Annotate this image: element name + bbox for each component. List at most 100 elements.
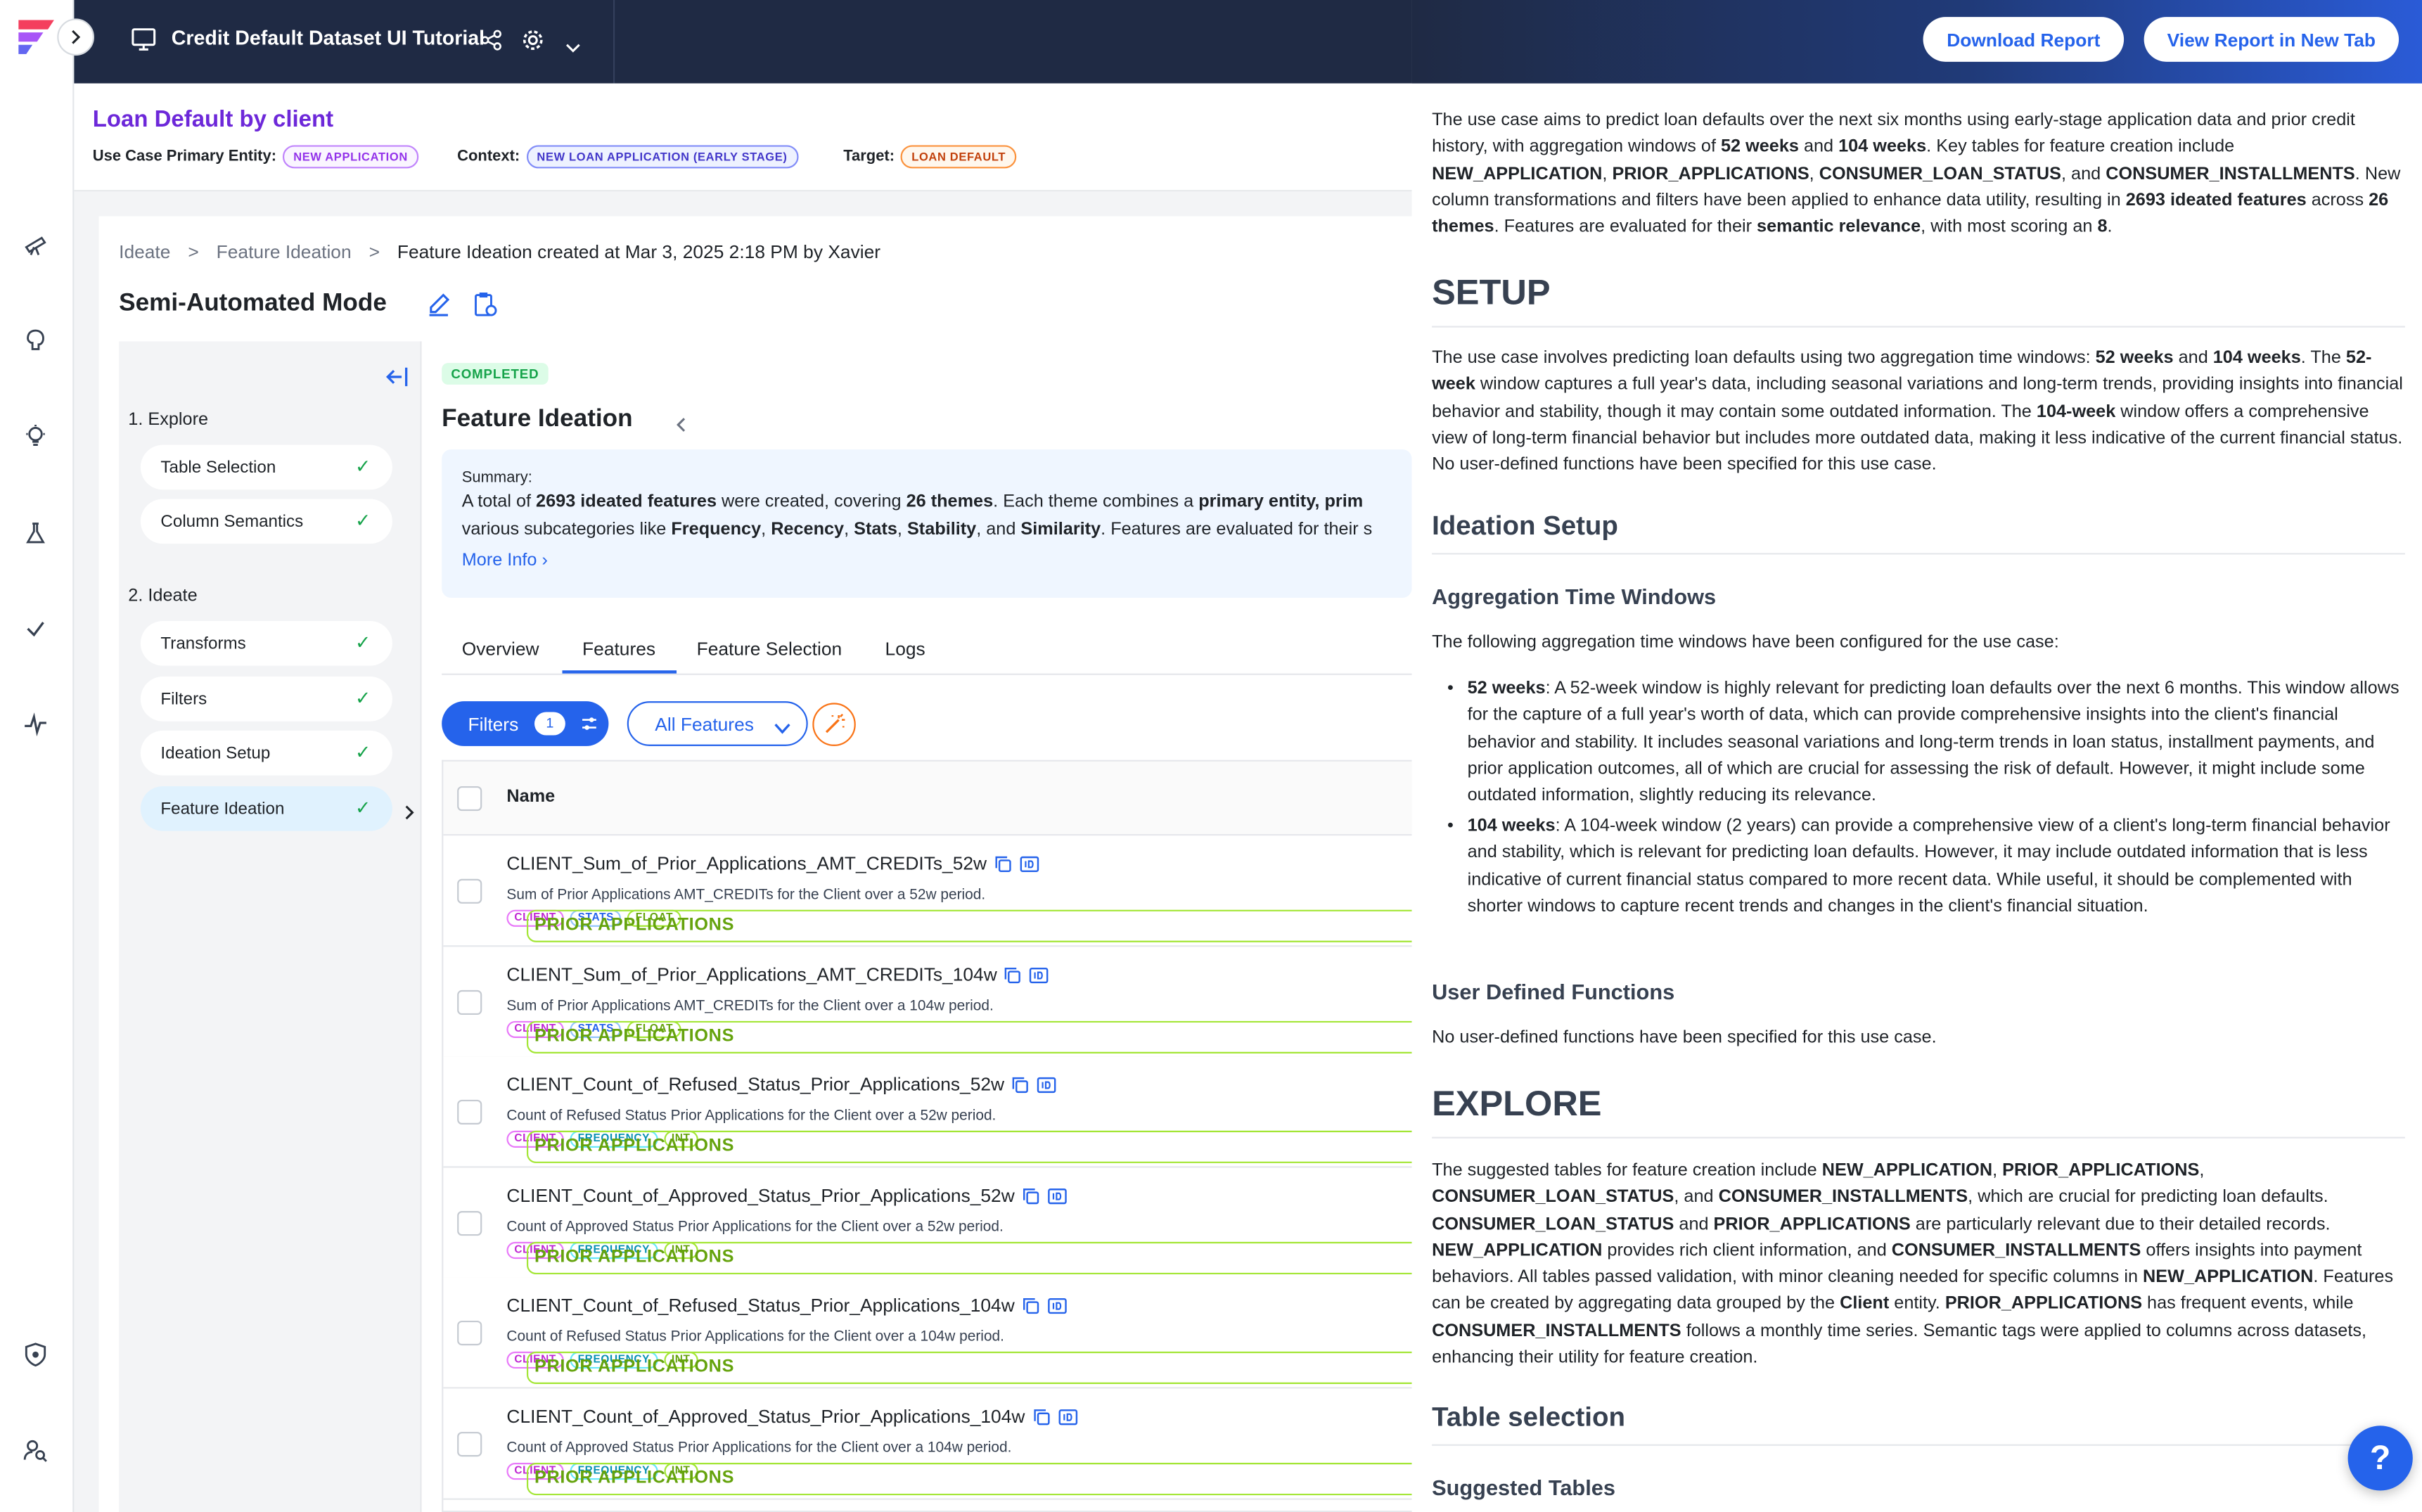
magic-wand-icon [825, 713, 845, 733]
feature-tags: CLIENT PRIOR APPLICATIONS STATS FLOAT [506, 1020, 1412, 1053]
check-icon[interactable] [20, 613, 51, 644]
feature-tag: PRIOR APPLICATIONS [526, 1351, 1412, 1385]
collapse-panel-icon[interactable] [385, 366, 409, 396]
telescope-icon[interactable] [20, 229, 51, 260]
feature-name-text: CLIENT_Count_of_Refused_Status_Prior_App… [506, 1294, 1015, 1316]
project-title: Credit Default Dataset UI Tutorial [171, 26, 485, 50]
breadcrumb-feature-ideation[interactable]: Feature Ideation [217, 241, 352, 263]
shield-icon[interactable] [20, 1339, 51, 1370]
id-card-icon[interactable] [1030, 966, 1050, 983]
row-checkbox[interactable] [457, 1210, 482, 1236]
feature-description: Sum of Prior Applications AMT_CREDITs fo… [506, 886, 986, 904]
copy-icon[interactable] [994, 856, 1011, 873]
chevron-right-icon: › [542, 551, 548, 570]
table-row[interactable]: CLIENT_Count_of_Approved_Status_Prior_Ap… [443, 1388, 1412, 1499]
user-search-icon[interactable] [20, 1435, 51, 1466]
step-filters[interactable]: Filters ✓ [140, 677, 392, 722]
id-card-icon[interactable] [1058, 1408, 1078, 1425]
copy-icon[interactable] [1005, 966, 1022, 983]
breadcrumb-ideate[interactable]: Ideate [119, 241, 170, 263]
view-report-new-tab-button[interactable]: View Report in New Tab [2144, 17, 2399, 62]
report-intro: The use case aims to predict loan defaul… [1432, 111, 2401, 237]
tab-feature-selection[interactable]: Feature Selection [697, 638, 842, 660]
tab-features[interactable]: Features [582, 638, 655, 660]
step-column-semantics[interactable]: Column Semantics ✓ [140, 499, 392, 544]
clipboard-settings-icon[interactable] [473, 292, 499, 326]
copy-icon[interactable] [1032, 1408, 1049, 1425]
table-row[interactable]: CLIENT_Sum_of_Prior_Applications_AMT_CRE… [443, 835, 1412, 947]
features-table: Name CLIENT_Sum_of_Prior_Applications_AM… [442, 760, 1412, 1512]
step-transforms[interactable]: Transforms ✓ [140, 620, 392, 666]
table-row[interactable]: CLIENT_Sum_of_Prior_Applications_AMT_CRE… [443, 946, 1412, 1058]
column-header-name[interactable]: Name [506, 788, 555, 806]
check-icon: ✓ [355, 455, 371, 478]
check-icon: ✓ [355, 509, 371, 532]
step-ideation-setup[interactable]: Ideation Setup ✓ [140, 730, 392, 776]
step-table-selection[interactable]: Table Selection ✓ [140, 444, 392, 490]
step-label: Filters [160, 689, 207, 709]
feature-tag: PRIOR APPLICATIONS [526, 1461, 1412, 1495]
panel-title: Feature Ideation [442, 406, 633, 433]
feature-name[interactable]: CLIENT_Count_of_Approved_Status_Prior_Ap… [506, 1405, 1078, 1426]
feature-name[interactable]: CLIENT_Count_of_Refused_Status_Prior_App… [506, 1073, 1057, 1096]
filters-label: Filters [468, 712, 519, 735]
table-row[interactable]: CLIENT_Count_of_Refused_Status_Prior_App… [443, 1277, 1412, 1389]
id-card-icon[interactable] [1019, 856, 1039, 873]
row-checkbox[interactable] [457, 1099, 482, 1125]
feature-name[interactable]: CLIENT_Count_of_Refused_Status_Prior_App… [506, 1295, 1067, 1316]
row-checkbox[interactable] [457, 989, 482, 1014]
all-features-dropdown[interactable]: All Features [627, 701, 808, 746]
tab-logs[interactable]: Logs [885, 638, 925, 660]
feature-name-text: CLIENT_Count_of_Refused_Status_Prior_App… [506, 1073, 1005, 1096]
tab-overview[interactable]: Overview [462, 638, 539, 660]
step-feature-ideation[interactable]: Feature Ideation ✓ [140, 786, 392, 831]
chevron-right-icon [72, 30, 81, 44]
feature-tags: CLIENT PRIOR APPLICATIONS FREQUENCY INT [506, 1130, 1412, 1164]
row-checkbox[interactable] [457, 1320, 482, 1346]
row-checkbox[interactable] [457, 1430, 482, 1456]
table-row[interactable]: CLIENT_Count_of_Approved_Status_Prior_Ap… [443, 1167, 1412, 1279]
copy-icon[interactable] [1012, 1077, 1029, 1094]
expand-sidebar-button[interactable] [57, 18, 94, 56]
activity-icon[interactable] [20, 709, 51, 740]
flask-icon[interactable] [20, 518, 51, 549]
feature-tag: PRIOR APPLICATIONS [526, 1241, 1412, 1274]
copy-icon[interactable] [1023, 1298, 1039, 1314]
magic-wand-button[interactable] [812, 703, 856, 746]
id-card-icon[interactable] [1047, 1187, 1068, 1204]
check-icon: ✓ [355, 741, 371, 764]
feature-name[interactable]: CLIENT_Sum_of_Prior_Applications_AMT_CRE… [506, 852, 1039, 874]
target-label: Target: [843, 148, 895, 166]
table-row[interactable]: CLIENT_Count_of_Refused_Status_Prior_App… [443, 1056, 1412, 1168]
download-report-button[interactable]: Download Report [1923, 17, 2125, 62]
udf-heading: User Defined Functions [1432, 979, 1675, 1004]
chevron-down-icon[interactable] [565, 34, 581, 62]
report-panel: Download Report View Report in New Tab T… [1411, 0, 2422, 1512]
chevron-left-icon[interactable] [675, 412, 688, 440]
explore-heading: EXPLORE [1432, 1083, 2405, 1139]
feature-name-text: CLIENT_Count_of_Approved_Status_Prior_Ap… [506, 1184, 1015, 1206]
app-logo-icon[interactable] [14, 15, 58, 56]
lightbulb-icon[interactable] [20, 420, 51, 451]
id-card-icon[interactable] [1037, 1077, 1057, 1094]
help-button[interactable]: ? [2347, 1425, 2413, 1491]
gear-icon[interactable] [520, 28, 545, 60]
summary-label: Summary: [461, 469, 532, 487]
feature-name[interactable]: CLIENT_Sum_of_Prior_Applications_AMT_CRE… [506, 963, 1049, 985]
chevron-right-icon[interactable] [404, 800, 415, 828]
row-checkbox[interactable] [457, 878, 482, 904]
id-card-icon[interactable] [1047, 1298, 1068, 1314]
use-case-title[interactable]: Loan Default by client [93, 107, 333, 133]
select-all-checkbox[interactable] [457, 786, 482, 812]
share-icon[interactable] [480, 30, 502, 59]
edit-icon[interactable] [426, 292, 451, 324]
feature-name[interactable]: CLIENT_Count_of_Approved_Status_Prior_Ap… [506, 1184, 1068, 1206]
filters-button[interactable]: Filters 1 [442, 701, 609, 746]
more-info-link[interactable]: More Info › [462, 551, 548, 570]
target-pill: LOAN DEFAULT [900, 145, 1017, 169]
report-body: The use case aims to predict loan defaul… [1412, 84, 2422, 1512]
bullet-52-weeks: 52 weeks: A 52-week window is highly rel… [1447, 677, 2407, 810]
context-pill: NEW LOAN APPLICATION (EARLY STAGE) [526, 145, 798, 169]
brain-icon[interactable] [20, 324, 51, 355]
copy-icon[interactable] [1023, 1187, 1039, 1204]
